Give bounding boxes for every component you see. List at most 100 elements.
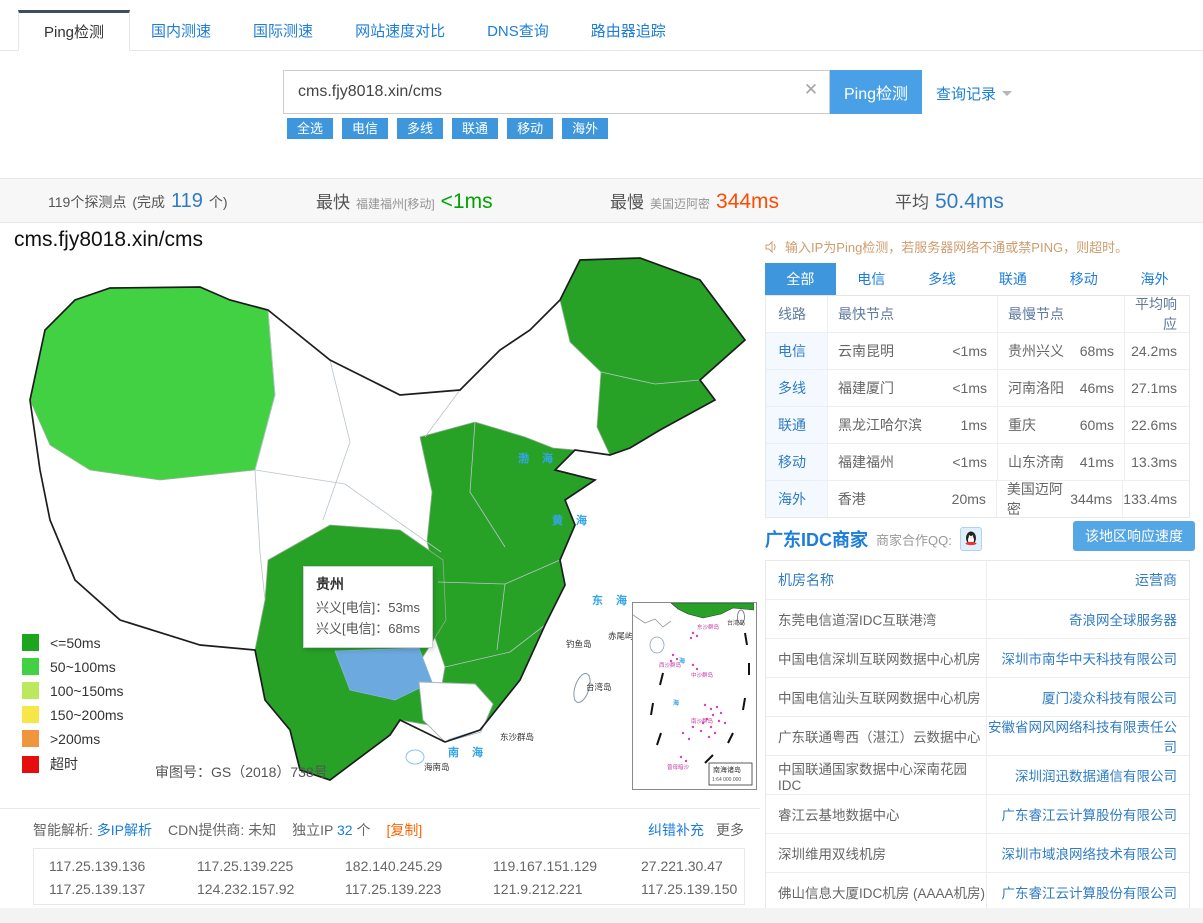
top-tab[interactable]: Ping检测 (18, 10, 130, 51)
line-filter-button[interactable]: 多线 (397, 118, 443, 139)
average-value: 50.4ms (935, 179, 1004, 224)
top-tab[interactable]: 国内测速 (130, 10, 232, 50)
tooltip-line: 兴义[电信]：53ms (316, 597, 420, 618)
idc-vendor-link[interactable]: 广东睿江云计算股份有限公司 (987, 882, 1189, 902)
inset-title: 南海诸岛 (713, 765, 741, 774)
inset-map: 台湾岛 东沙群岛 西沙群岛 中沙群岛 南沙群岛 曾母暗沙 海 海 南海诸岛 1:… (633, 603, 754, 787)
idc-vendor-link[interactable]: 广东睿江云计算股份有限公司 (987, 804, 1189, 824)
result-line[interactable]: 电信 (766, 333, 828, 369)
slowest-value: 344ms (716, 179, 779, 224)
result-line-tab[interactable]: 电信 (836, 263, 907, 295)
line-filter-button[interactable]: 联通 (452, 118, 498, 139)
result-table-header: 线路 最快节点 最慢节点 平均响应 (766, 296, 1189, 332)
ip-address: 124.232.157.92 (197, 881, 345, 897)
idc-room-name: 中国电信深圳互联网数据中心机房 (766, 639, 987, 677)
result-line-tab[interactable]: 海外 (1119, 263, 1190, 295)
ip-notice: 输入IP为Ping检测，若服务器网络不通或禁PING，则超时。 (765, 237, 1195, 256)
line-filter-button[interactable]: 海外 (562, 118, 608, 139)
line-filter-button[interactable]: 移动 (507, 118, 553, 139)
idc-vendor-link[interactable]: 厦门凌众科技有限公司 (987, 687, 1189, 707)
result-row: 移动 福建福州 <1ms 山东济南 41ms 13.3ms (766, 443, 1189, 480)
speaker-icon (765, 240, 779, 254)
svg-text:台湾岛: 台湾岛 (727, 619, 745, 627)
island-label-chiweiyu: 赤尾屿 (608, 630, 634, 642)
section-divider (0, 808, 760, 809)
map-host-title: cms.fjy8018.xin/cms (14, 228, 203, 252)
sea-label-bohai: 渤 海 (518, 450, 558, 466)
fastest-node-name: 福建福州 (838, 452, 894, 472)
fastest-node-name: 香港 (838, 489, 866, 509)
copy-ips-link[interactable]: [复制] (386, 820, 422, 840)
average-response: 24.2ms (1125, 343, 1189, 359)
legend-label: 150~200ms (50, 707, 124, 723)
result-line[interactable]: 移动 (766, 444, 828, 480)
ip-address: 27.221.30.47 (641, 858, 789, 874)
fastest-node-value: <1ms (952, 343, 987, 359)
idc-vendor-link[interactable]: 深圳市南华中天科技有限公司 (987, 648, 1189, 668)
qq-icon[interactable] (960, 527, 982, 551)
idc-qq-label: 商家合作QQ: (876, 530, 952, 549)
line-filter-button[interactable]: 全选 (287, 118, 333, 139)
ip-count: 32 (337, 822, 353, 838)
result-line-tab[interactable]: 移动 (1048, 263, 1119, 295)
island-hainan[interactable] (406, 750, 424, 764)
fastest-label: 最快 (316, 180, 350, 225)
result-line[interactable]: 联通 (766, 407, 828, 443)
idc-table-header: 机房名称 运营商 (766, 561, 1189, 599)
ping-submit-button[interactable]: Ping检测 (830, 70, 922, 114)
slowest-node-name: 山东济南 (1008, 452, 1064, 472)
top-tab[interactable]: 路由器追踪 (570, 10, 687, 50)
fastest-value: <1ms (441, 179, 493, 224)
idc-vendor-link[interactable]: 奇浪网全球服务器 (987, 609, 1189, 629)
host-input[interactable] (283, 70, 830, 114)
fastest-node-value: 20ms (952, 491, 986, 507)
top-tab[interactable]: DNS查询 (466, 10, 570, 50)
legend-swatch (22, 658, 39, 675)
slowest-node: 美国迈阿密 (650, 182, 710, 227)
query-history-label: 查询记录 (936, 83, 996, 104)
ip-address: 182.140.245.29 (345, 858, 493, 874)
legend-label: 50~100ms (50, 659, 116, 675)
multi-ip-link[interactable]: 多IP解析 (97, 822, 152, 838)
legend-swatch (22, 682, 39, 699)
col-slowest: 最慢节点 (1008, 304, 1064, 324)
average-response: 133.4ms (1123, 491, 1189, 507)
more-link[interactable]: 更多 (716, 820, 744, 840)
south-china-sea-inset: 台湾岛 东沙群岛 西沙群岛 中沙群岛 南沙群岛 曾母暗沙 海 海 南海诸岛 1:… (632, 602, 757, 790)
idc-vendor-link[interactable]: 深圳润迅数据通信有限公司 (987, 765, 1189, 785)
province-xinjiang[interactable] (30, 287, 275, 480)
svg-text:中沙群岛: 中沙群岛 (691, 671, 714, 679)
line-filter-button[interactable]: 电信 (342, 118, 388, 139)
idc-row: 中国联通国家数据中心深南花园IDC 深圳润迅数据通信有限公司 (766, 755, 1189, 794)
clear-input-icon[interactable]: ✕ (800, 80, 822, 100)
latency-legend: <=50ms 50~100ms 100~150ms 150~200ms >200… (22, 634, 124, 774)
query-history-dropdown[interactable]: 查询记录 (936, 83, 1012, 104)
idc-vendor-link[interactable]: 安徽省网风网络科技有限责任公司 (987, 716, 1189, 756)
result-line-tab[interactable]: 全部 (765, 263, 836, 295)
legend-swatch (22, 756, 39, 773)
slowest-node-value: 68ms (1080, 343, 1114, 359)
slowest-node-value: 46ms (1080, 380, 1114, 396)
island-label-dongsha: 东沙群岛 (500, 731, 534, 743)
ip-address: 117.25.139.225 (197, 858, 345, 874)
map-license: 审图号：GS（2018）738号 (155, 762, 328, 782)
ip-grid: 117.25.139.136 117.25.139.225 182.140.24… (49, 858, 744, 897)
svg-text:东沙群岛: 东沙群岛 (697, 623, 720, 631)
idc-room-name: 深圳维用双线机房 (766, 834, 987, 872)
idc-vendor-link[interactable]: 深圳市域浪网络技术有限公司 (987, 843, 1189, 863)
col-vendor: 运营商 (987, 570, 1189, 590)
dns-analysis-bar: 智能解析: 多IP解析 CDN提供商: 未知 独立IP 32 个 [复制] (33, 820, 422, 840)
result-line-tab[interactable]: 多线 (907, 263, 978, 295)
result-line-tab[interactable]: 联通 (977, 263, 1048, 295)
legend-label: 超时 (50, 754, 78, 774)
top-tab[interactable]: 网站速度对比 (334, 10, 466, 50)
tooltip-line: 兴义[电信]：68ms (316, 618, 420, 639)
result-line-tabs: 全部 电信 多线 联通 移动 海外 (765, 263, 1190, 296)
result-line[interactable]: 多线 (766, 370, 828, 406)
legend-label: >200ms (50, 731, 100, 747)
region-speed-button[interactable]: 该地区响应速度 (1073, 521, 1195, 551)
result-line[interactable]: 海外 (766, 481, 828, 517)
top-tab[interactable]: 国际测速 (232, 10, 334, 50)
feedback-link[interactable]: 纠错补充 (648, 820, 704, 840)
chevron-down-icon (1002, 91, 1012, 96)
